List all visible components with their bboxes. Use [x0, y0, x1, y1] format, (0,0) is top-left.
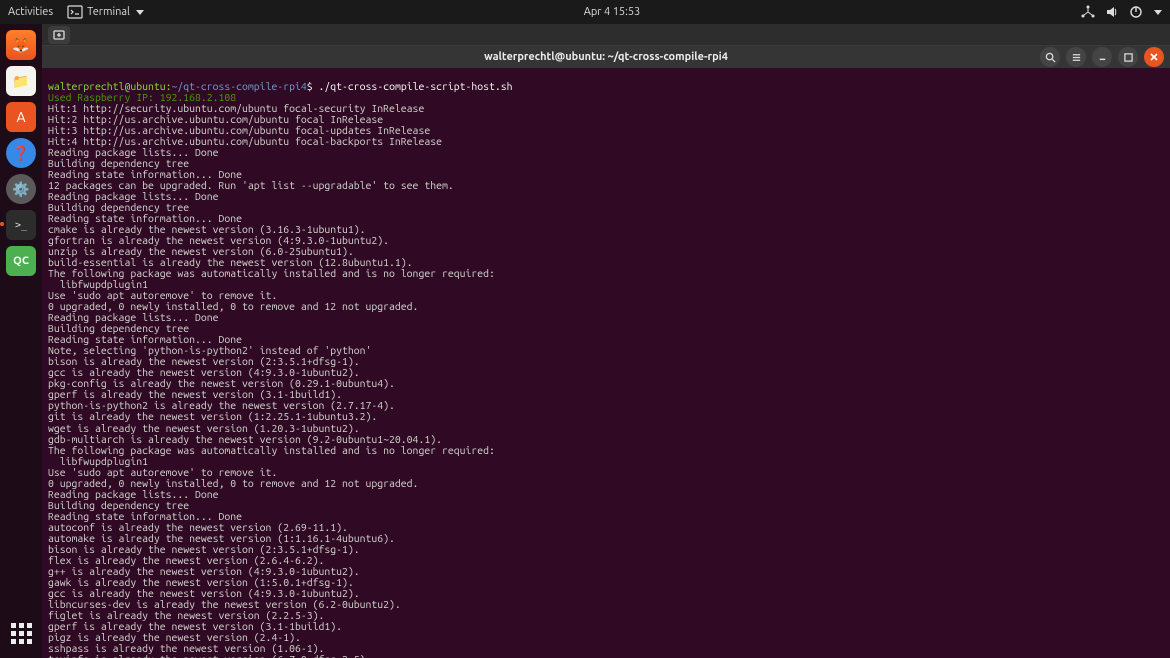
volume-icon[interactable]: [1104, 4, 1120, 20]
dock-apps[interactable]: [6, 618, 36, 648]
activities-button[interactable]: Activities: [8, 6, 53, 18]
clock[interactable]: Apr 4 15:53: [144, 6, 1080, 18]
dock-settings[interactable]: ⚙️: [6, 174, 36, 204]
dock-files[interactable]: 📁: [6, 66, 36, 96]
dock-software[interactable]: A: [6, 102, 36, 132]
minimize-icon: [1097, 52, 1108, 63]
prompt-dollar: $: [307, 80, 313, 92]
terminal-pane[interactable]: walterprechtl@ubuntu:~/qt-cross-compile-…: [42, 68, 1170, 658]
prompt-command: ./qt-cross-compile-script-host.sh: [319, 80, 513, 92]
maximize-icon: [1124, 53, 1133, 62]
hamburger-icon: [1071, 52, 1082, 63]
tab-bar: [42, 24, 1170, 46]
minimize-button[interactable]: [1092, 47, 1112, 67]
topbar: Activities Terminal Apr 4 15:53: [0, 0, 1170, 24]
window-title: walterprechtl@ubuntu: ~/qt-cross-compile…: [42, 51, 1170, 63]
chevron-down-icon: [136, 10, 144, 15]
chevron-down-icon[interactable]: [1154, 10, 1162, 15]
titlebar: walterprechtl@ubuntu: ~/qt-cross-compile…: [42, 46, 1170, 68]
dock-qtcreator[interactable]: QC: [6, 246, 36, 276]
dock-help[interactable]: ❓: [6, 138, 36, 168]
maximize-button[interactable]: [1118, 47, 1138, 67]
terminal-menu[interactable]: Terminal: [67, 4, 144, 20]
new-tab-button[interactable]: [48, 26, 70, 44]
search-icon: [1045, 52, 1056, 63]
terminal-menu-label: Terminal: [87, 6, 130, 18]
apps-grid-icon: [11, 623, 32, 644]
network-icon[interactable]: [1080, 4, 1096, 20]
close-button[interactable]: [1144, 47, 1164, 67]
dock: 🦊 📁 A ❓ ⚙️ >_ QC: [0, 24, 42, 658]
power-icon[interactable]: [1128, 4, 1144, 20]
close-icon: [1149, 52, 1159, 62]
search-button[interactable]: [1040, 47, 1060, 67]
terminal-output: Hit:1 http://security.ubuntu.com/ubuntu …: [48, 102, 495, 658]
terminal-icon: [67, 4, 83, 20]
menu-button[interactable]: [1066, 47, 1086, 67]
dock-terminal[interactable]: >_: [6, 210, 36, 240]
dock-firefox[interactable]: 🦊: [6, 30, 36, 60]
new-tab-icon: [53, 29, 65, 41]
